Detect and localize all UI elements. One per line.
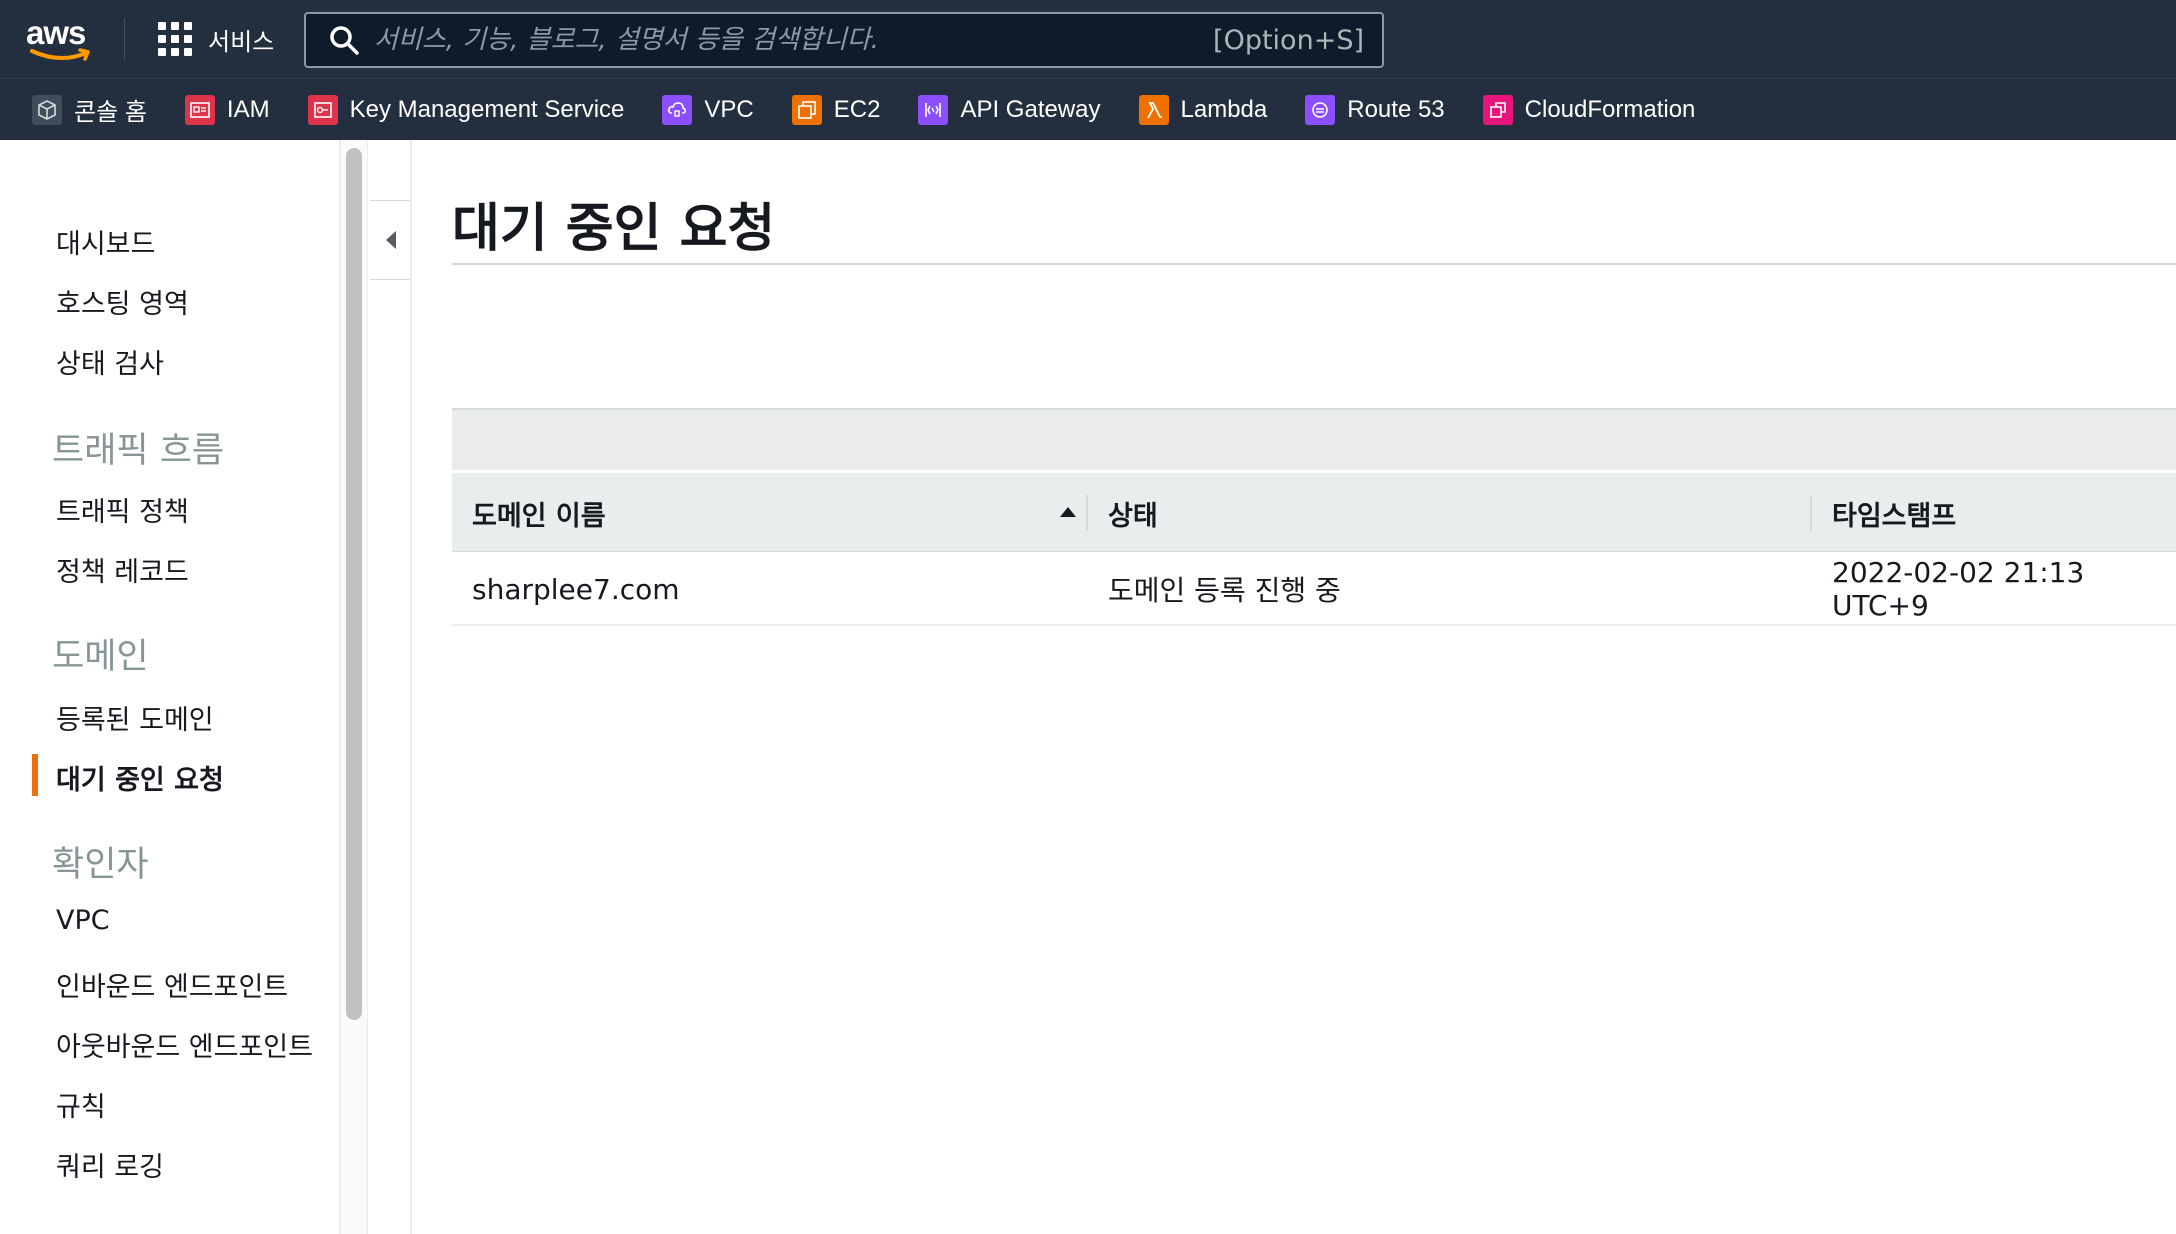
favorite-label: Route 53 xyxy=(1347,95,1445,123)
lambda-icon xyxy=(1138,94,1169,125)
sidebar-item-query-logging[interactable]: 쿼리 로깅 xyxy=(56,1145,164,1184)
nav-divider xyxy=(124,18,125,60)
column-header-domain-name[interactable]: 도메인 이름 xyxy=(472,473,606,553)
aws-smile-icon xyxy=(30,48,90,61)
page-title: 대기 중인 요청 xyxy=(452,199,776,259)
sidebar-item-resolver-vpc[interactable]: VPC xyxy=(56,905,110,936)
favorite-label: 콘솔 홈 xyxy=(74,99,147,126)
iam-icon xyxy=(184,94,215,125)
favorite-api-gateway[interactable]: API Gateway xyxy=(918,90,1101,130)
column-header-timestamp[interactable]: 타임스탬프 xyxy=(1832,473,1956,553)
table-header: 도메인 이름 상태 타임스탬프 xyxy=(452,472,2176,552)
favorites-bar: 콘솔 홈 IAM Key Management Service VPC EC2 … xyxy=(0,78,2176,140)
favorite-label: Lambda xyxy=(1180,95,1268,123)
search-bar[interactable]: [Option+S] xyxy=(304,12,1384,68)
sidebar-navigation: 대시보드 호스팅 영역 상태 검사 트래픽 흐름 트래픽 정책 정책 레코드 도… xyxy=(0,140,340,1234)
favorite-label: IAM xyxy=(226,95,270,123)
favorite-label: API Gateway xyxy=(960,95,1101,123)
sidebar-section-resolver: 확인자 xyxy=(52,845,149,885)
favorite-label: CloudFormation xyxy=(1524,95,1696,123)
cell-timestamp: 2022-02-02 21:13 UTC+9 xyxy=(1832,556,2085,622)
title-divider xyxy=(452,263,2176,265)
favorite-ec2[interactable]: EC2 xyxy=(791,90,881,130)
sidebar-item-inbound-endpoints[interactable]: 인바운드 엔드포인트 xyxy=(56,965,288,1004)
table-toolbar xyxy=(452,408,2176,470)
sidebar-item-rules[interactable]: 규칙 xyxy=(56,1085,106,1124)
cube-icon xyxy=(32,94,62,125)
cloudformation-icon xyxy=(1482,94,1513,125)
search-shortcut-hint: [Option+S] xyxy=(1213,24,1364,56)
grid-icon xyxy=(158,22,192,56)
active-indicator xyxy=(32,754,38,796)
top-navigation: aws 서비스 [Option+S] xyxy=(0,0,2176,78)
favorite-console-home[interactable]: 콘솔 홈 xyxy=(32,90,147,130)
ec2-icon xyxy=(791,94,822,125)
vpc-icon xyxy=(662,94,693,125)
table-row[interactable]: sharplee7.com 도메인 등록 진행 중 2022-02-02 21:… xyxy=(452,552,2176,626)
pending-requests-table: 도메인 이름 상태 타임스탬프 sharplee7.com 도메인 등록 진행 … xyxy=(452,472,2176,626)
column-separator[interactable] xyxy=(1086,495,1088,531)
caret-left-icon xyxy=(385,231,396,249)
favorite-cloudformation[interactable]: CloudFormation xyxy=(1482,90,1696,130)
column-separator[interactable] xyxy=(1810,495,1812,531)
route53-icon xyxy=(1305,94,1336,125)
search-icon xyxy=(330,26,359,55)
services-label: 서비스 xyxy=(208,27,275,56)
sort-ascending-icon[interactable] xyxy=(1060,507,1076,517)
sidebar-section-traffic-flow: 트래픽 흐름 xyxy=(52,431,225,471)
column-header-status[interactable]: 상태 xyxy=(1108,473,1158,553)
sidebar-section-domains: 도메인 xyxy=(52,637,149,677)
sidebar-scrollbar-thumb[interactable] xyxy=(346,148,362,1020)
sidebar-item-traffic-policies[interactable]: 트래픽 정책 xyxy=(56,490,189,529)
sidebar-item-policy-records[interactable]: 정책 레코드 xyxy=(56,550,189,589)
sidebar-item-pending-requests[interactable]: 대기 중인 요청 xyxy=(56,758,224,797)
sidebar-item-outbound-endpoints[interactable]: 아웃바운드 엔드포인트 xyxy=(56,1025,313,1064)
favorite-vpc[interactable]: VPC xyxy=(662,90,754,130)
favorite-label: VPC xyxy=(704,95,754,123)
favorite-label: Key Management Service xyxy=(349,95,625,123)
sidebar-item-hosted-zones[interactable]: 호스팅 영역 xyxy=(56,282,189,321)
aws-logo[interactable]: aws xyxy=(26,14,96,62)
api-gateway-icon xyxy=(918,94,949,125)
services-menu-button[interactable]: 서비스 xyxy=(158,20,274,58)
aws-logo-text: aws xyxy=(26,14,86,51)
kms-icon xyxy=(307,94,338,125)
search-input[interactable] xyxy=(374,25,1214,55)
favorite-label: EC2 xyxy=(833,95,881,123)
sidebar-item-health-checks[interactable]: 상태 검사 xyxy=(56,342,164,381)
favorite-lambda[interactable]: Lambda xyxy=(1138,90,1268,130)
favorite-kms[interactable]: Key Management Service xyxy=(307,90,625,130)
favorite-route53[interactable]: Route 53 xyxy=(1305,90,1445,130)
content-divider xyxy=(410,140,412,1234)
cell-domain-name: sharplee7.com xyxy=(472,572,680,606)
sidebar-item-dashboard[interactable]: 대시보드 xyxy=(56,222,155,261)
cell-status: 도메인 등록 진행 중 xyxy=(1108,574,1341,607)
collapse-sidebar-button[interactable] xyxy=(370,200,412,280)
sidebar-item-registered-domains[interactable]: 등록된 도메인 xyxy=(56,698,214,737)
favorite-iam[interactable]: IAM xyxy=(184,90,270,130)
